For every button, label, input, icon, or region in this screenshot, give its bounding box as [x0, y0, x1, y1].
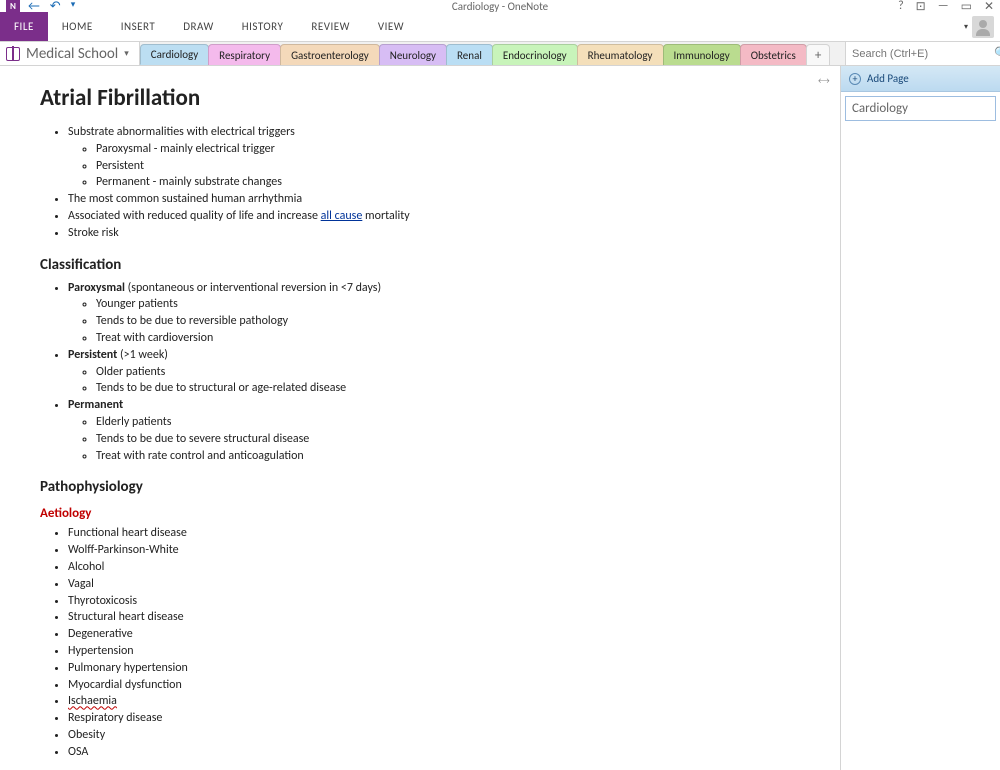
- heading-classification: Classification: [40, 256, 680, 274]
- ribbon-display-icon[interactable]: ⊡: [916, 0, 926, 14]
- section-tab[interactable]: Renal: [446, 44, 493, 65]
- close-icon[interactable]: ✕: [984, 0, 994, 14]
- list-item: Pulmonary hypertension: [68, 660, 680, 677]
- minimize-icon[interactable]: —: [938, 0, 949, 13]
- section-tab[interactable]: Respiratory: [208, 44, 281, 65]
- ribbon-tab-insert[interactable]: INSERT: [107, 12, 170, 41]
- list-item: Hypertension: [68, 643, 680, 660]
- section-tab[interactable]: Rheumatology: [577, 44, 664, 65]
- plus-icon: +: [849, 73, 861, 85]
- list-item: Older patients: [96, 364, 680, 381]
- list-item: Treat with rate control and anticoagulat…: [96, 448, 680, 465]
- section-tab[interactable]: Obstetrics: [740, 44, 807, 65]
- heading-aetiology: Aetiology: [40, 506, 680, 521]
- list-item: OSA: [68, 744, 680, 761]
- list-item: Respiratory disease: [68, 710, 680, 727]
- expand-icon[interactable]: ⤢: [816, 73, 832, 89]
- list-item: Elderly patients: [96, 414, 680, 431]
- window-title: Cardiology - OneNote: [452, 0, 548, 13]
- app-logo: N: [6, 0, 20, 13]
- section-tab[interactable]: Endocrinology: [492, 44, 578, 65]
- list-item: Obesity: [68, 727, 680, 744]
- ribbon-tab-view[interactable]: VIEW: [364, 12, 418, 41]
- ribbon-tab-draw[interactable]: DRAW: [169, 12, 227, 41]
- user-dropdown-icon[interactable]: ▾: [964, 22, 968, 32]
- list-item: Stroke risk: [68, 225, 680, 242]
- page-content[interactable]: Atrial Fibrillation Substrate abnormalit…: [0, 66, 720, 770]
- list-item: Tends to be due to severe structural dis…: [96, 431, 680, 448]
- maximize-icon[interactable]: ▭: [961, 0, 972, 14]
- ribbon-tab-review[interactable]: REVIEW: [297, 12, 364, 41]
- file-tab[interactable]: FILE: [0, 12, 48, 41]
- list-item: The most common sustained human arrhythm…: [68, 191, 680, 208]
- add-page-button[interactable]: + Add Page: [841, 66, 1000, 92]
- list-item: Functional heart disease: [68, 525, 680, 542]
- list-item: Paroxysmal (spontaneous or interventiona…: [68, 280, 680, 347]
- list-item: Persistent: [96, 158, 680, 175]
- qat-dropdown-icon[interactable]: ▾: [71, 0, 76, 14]
- user-avatar[interactable]: [972, 16, 994, 38]
- section-tab[interactable]: Gastroenterology: [280, 44, 380, 65]
- notebook-icon: [6, 47, 20, 61]
- page-title: Atrial Fibrillation: [40, 84, 680, 112]
- search-icon[interactable]: 🔍: [994, 46, 1000, 61]
- add-section-button[interactable]: +: [806, 44, 830, 65]
- notebook-name: Medical School: [26, 45, 118, 63]
- list-item: Persistent (>1 week) Older patientsTends…: [68, 347, 680, 397]
- list-item: Younger patients: [96, 296, 680, 313]
- help-icon[interactable]: ?: [898, 0, 904, 13]
- list-item: Permanent - mainly substrate changes: [96, 174, 680, 191]
- list-item: Degenerative: [68, 626, 680, 643]
- ribbon-tab-history[interactable]: HISTORY: [228, 12, 298, 41]
- list-item: Structural heart disease: [68, 609, 680, 626]
- ribbon-tab-home[interactable]: HOME: [48, 12, 107, 41]
- list-item: Ischaemia: [68, 693, 680, 710]
- notebook-selector[interactable]: Medical School ▾: [0, 42, 140, 65]
- list-item: Paroxysmal - mainly electrical trigger: [96, 141, 680, 158]
- section-tab[interactable]: Cardiology: [140, 44, 209, 65]
- chevron-down-icon: ▾: [124, 48, 129, 59]
- list-item: Associated with reduced quality of life …: [68, 208, 680, 225]
- heading-pathophysiology: Pathophysiology: [40, 478, 680, 496]
- list-item: Permanent Elderly patientsTends to be du…: [68, 397, 680, 464]
- list-item: Myocardial dysfunction: [68, 677, 680, 694]
- list-item: Substrate abnormalities with electrical …: [68, 124, 680, 191]
- page-list-item[interactable]: Cardiology: [845, 96, 996, 121]
- list-item: Alcohol: [68, 559, 680, 576]
- undo-icon[interactable]: ↶: [50, 0, 61, 14]
- list-item: Wolff-Parkinson-White: [68, 542, 680, 559]
- list-item: Tends to be due to reversible pathology: [96, 313, 680, 330]
- section-tab[interactable]: Neurology: [379, 44, 447, 65]
- list-item: Tends to be due to structural or age-rel…: [96, 380, 680, 397]
- search-input[interactable]: [852, 48, 994, 60]
- list-item: Vagal: [68, 576, 680, 593]
- search-box[interactable]: 🔍 ▾: [845, 42, 1000, 65]
- section-tab[interactable]: Immunology: [663, 44, 741, 65]
- list-item: Thyrotoxicosis: [68, 593, 680, 610]
- list-item: Treat with cardioversion: [96, 330, 680, 347]
- add-page-label: Add Page: [867, 72, 909, 85]
- back-icon[interactable]: ←: [28, 0, 40, 14]
